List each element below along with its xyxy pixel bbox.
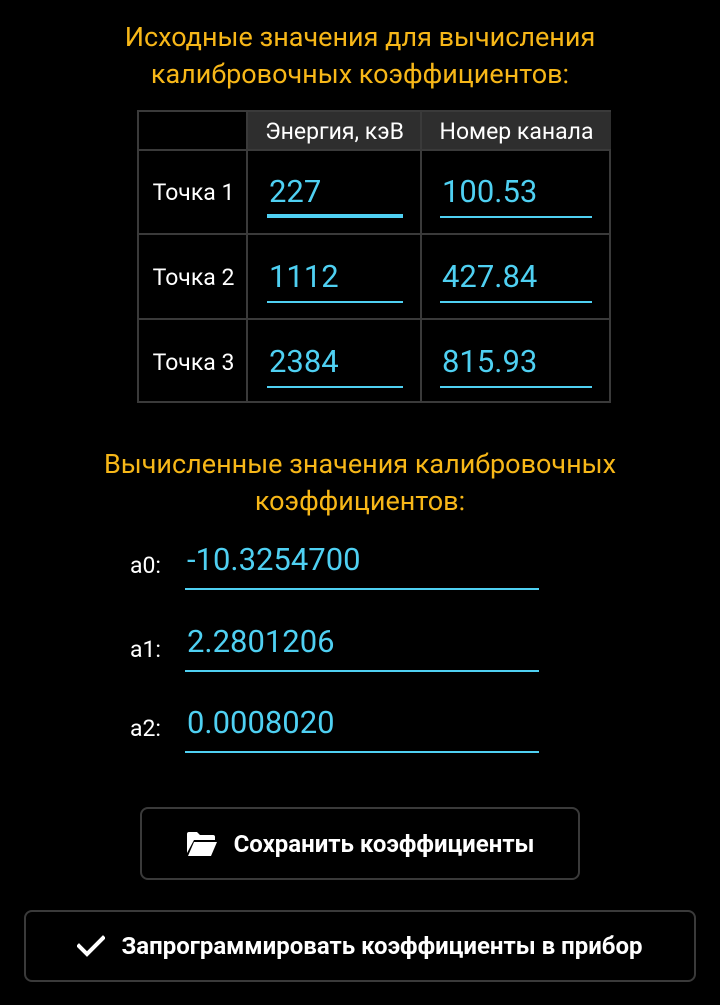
- coefficient-a2-value: 0.0008020: [187, 704, 335, 741]
- row-label-point-1: Точка 1: [152, 179, 235, 206]
- column-header-channel: Номер канала: [439, 118, 594, 145]
- table-divider: [139, 233, 609, 235]
- energy-input-point-2[interactable]: 1112: [267, 253, 403, 303]
- coefficient-label-a0: a0:: [130, 552, 162, 579]
- input-underline: [185, 670, 539, 672]
- channel-value-point-2: 427.84: [442, 258, 538, 295]
- coefficient-a1-field[interactable]: 2.2801206: [185, 622, 539, 672]
- input-underline: [267, 301, 403, 303]
- coefficient-a1-value: 2.2801206: [187, 623, 335, 660]
- channel-value-point-3: 815.93: [442, 343, 538, 380]
- input-underline: [440, 301, 592, 303]
- energy-value-point-1: 227: [269, 173, 322, 210]
- save-coefficients-button[interactable]: Сохранить коэффициенты: [140, 807, 580, 880]
- computed-values-heading: Вычисленные значения калибровочных коэфф…: [0, 446, 720, 520]
- energy-value-point-2: 1112: [269, 258, 339, 295]
- calibration-points-table: Энергия, кэВ Номер канала Точка 1 227 10…: [137, 110, 611, 403]
- table-divider: [420, 112, 422, 401]
- column-header-energy: Энергия, кэВ: [265, 118, 404, 145]
- energy-value-point-3: 2384: [269, 343, 339, 380]
- save-coefficients-label: Сохранить коэффициенты: [233, 829, 535, 858]
- coefficient-a0-value: -10.3254700: [187, 541, 361, 578]
- energy-input-point-3[interactable]: 2384: [267, 338, 403, 388]
- input-underline: [440, 386, 592, 388]
- input-heading-line-2: калибровочных коэффициентов:: [150, 58, 570, 90]
- energy-input-point-1[interactable]: 227: [267, 168, 403, 218]
- checkmark-icon: [76, 935, 107, 957]
- coefficient-label-a1: a1:: [130, 636, 162, 663]
- input-underline: [440, 216, 592, 218]
- channel-input-point-2[interactable]: 427.84: [440, 253, 592, 303]
- channel-input-point-1[interactable]: 100.53: [440, 168, 592, 218]
- folder-open-icon: [186, 831, 218, 857]
- input-heading-line-1: Исходные значения для вычисления: [124, 21, 596, 53]
- table-divider: [139, 318, 609, 320]
- program-device-button[interactable]: Запрограммировать коэффициенты в прибор: [24, 910, 696, 982]
- program-device-label: Запрограммировать коэффициенты в прибор: [121, 932, 643, 960]
- coefficient-a2-field[interactable]: 0.0008020: [185, 703, 539, 753]
- input-underline: [267, 386, 403, 388]
- channel-value-point-1: 100.53: [442, 173, 538, 210]
- row-label-point-2: Точка 2: [152, 264, 235, 291]
- coefficient-label-a2: a2:: [130, 715, 162, 742]
- computed-heading-line-2: коэффициентов:: [254, 485, 466, 517]
- input-underline: [267, 214, 403, 218]
- channel-input-point-3[interactable]: 815.93: [440, 338, 592, 388]
- coefficient-a0-field[interactable]: -10.3254700: [185, 540, 539, 590]
- input-values-heading: Исходные значения для вычисления калибро…: [0, 19, 720, 93]
- table-divider: [139, 149, 609, 151]
- input-underline: [185, 751, 539, 753]
- input-underline: [185, 588, 539, 590]
- row-label-point-3: Точка 3: [152, 349, 235, 376]
- computed-heading-line-1: Вычисленные значения калибровочных: [103, 448, 617, 480]
